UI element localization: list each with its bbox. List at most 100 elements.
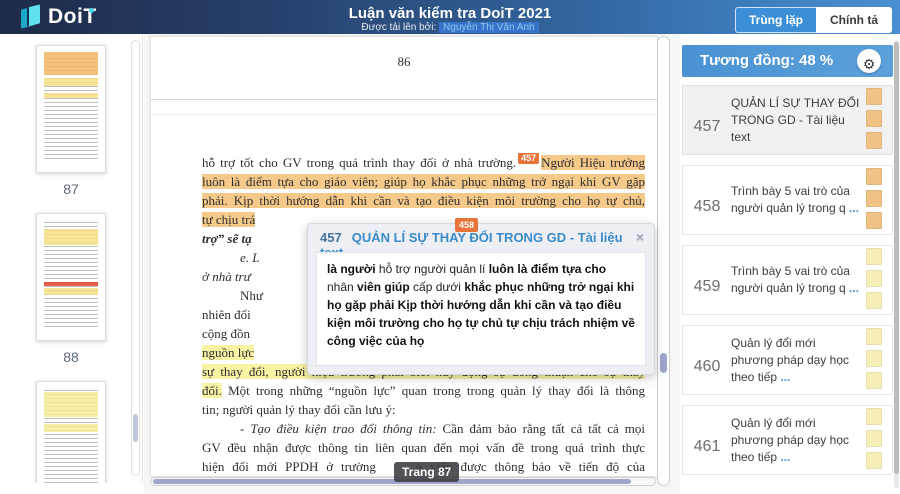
match-number: 461 [683, 438, 731, 456]
text-segment: trợ” sẽ tạ [202, 231, 252, 246]
app-window: DoiT Luận văn kiểm tra DoiT 2021 Được tả… [0, 0, 900, 494]
text-segment: đổi. [202, 383, 222, 398]
match-badge[interactable]: 457 [518, 153, 539, 164]
mode-toggle-group: Trùng lặp Chính tả [735, 7, 892, 33]
match-fragment-block[interactable] [866, 190, 882, 207]
page-thumbnail[interactable] [36, 213, 106, 341]
popup-text-segment: nhân [327, 280, 357, 294]
match-list-item[interactable]: 459Trình bày 5 vai trò của người quản lý… [682, 245, 893, 315]
match-fragment-block[interactable] [866, 452, 882, 469]
text-segment: Một trong những “nguồn lực” quan trong t… [222, 383, 645, 398]
match-badge-458[interactable]: 458 [455, 218, 478, 232]
match-list-item[interactable]: 461Quản lý đổi mới phương pháp dạy học t… [682, 405, 893, 475]
thumbnail-highlight [44, 229, 98, 245]
match-fragment-block[interactable] [866, 168, 882, 185]
match-title: QUẢN LÍ SỰ THAY ĐỔI TRONG GD - Tài liệu … [731, 87, 864, 154]
match-list-item[interactable]: 458Trình bày 5 vai trò của người quản lý… [682, 165, 893, 235]
thumbnail-highlight [44, 93, 98, 98]
text-segment: hiện đổi mới PPDH ở trường [202, 459, 376, 474]
match-fragment-block[interactable] [866, 270, 882, 287]
document-text-line: - Tạo điều kiện trao đổi thông tin: Cần … [202, 419, 645, 438]
popup-text-segment: luôn là điểm tựa cho [489, 262, 606, 276]
text-segment: luôn là điểm tựa cho giáo viên; giúp họ … [202, 174, 645, 189]
match-fragment-block[interactable] [866, 248, 882, 265]
document-text-line: hỗ trợ tốt cho GV trong quá trình thay đ… [202, 153, 645, 172]
match-fragment-block[interactable] [866, 372, 882, 389]
match-title: Trình bày 5 vai trò của người quản lý tr… [731, 255, 864, 305]
thumbnail-highlight [44, 424, 98, 433]
similarity-panel: Tương đồng: 48 % ⚙ 457QUẢN LÍ SỰ THAY ĐỔ… [682, 34, 900, 494]
header-bar: DoiT Luận văn kiểm tra DoiT 2021 Được tả… [0, 0, 900, 34]
spelling-mode-button[interactable]: Chính tả [816, 7, 892, 33]
text-segment: - Tạo điều kiện trao đổi thông tin: [240, 421, 443, 436]
close-icon[interactable]: × [636, 230, 644, 244]
text-segment: GV đều nhận được thông tin liên quan đến… [202, 440, 645, 455]
page-separator [151, 114, 657, 115]
ellipsis-link[interactable]: ... [846, 281, 859, 295]
text-segment: hỗ trợ tốt cho GV trong quá trình thay đ… [202, 155, 516, 170]
match-fragment-block[interactable] [866, 328, 882, 345]
text-segment: cộng đồn [202, 326, 250, 341]
match-list: 457QUẢN LÍ SỰ THAY ĐỔI TRONG GD - Tài li… [682, 85, 893, 485]
match-fragment-block[interactable] [866, 350, 882, 367]
thumbnail-scrollbar-thumb[interactable] [133, 414, 138, 442]
thumbnail-page-label: 87 [0, 181, 142, 197]
match-fragment-blocks [864, 166, 892, 234]
thumbnail-list: 87 88 [0, 34, 142, 483]
match-fragment-blocks [864, 326, 892, 394]
thumbnail-highlight [44, 282, 98, 286]
match-number: 460 [683, 358, 731, 376]
document-text-line: đổi. Một trong những “nguồn lực” quan tr… [202, 381, 645, 400]
thumbnail-highlight [44, 52, 98, 75]
document-text-line: phải. Kịp thời hướng dẫn khi cần và tạo … [202, 191, 645, 210]
text-segment: tin; người quản lý thay đổi cần lưu ý: [202, 402, 396, 417]
text-segment: Cần đảm bảo rằng tất cả tất cả mọi [443, 421, 645, 436]
page-thumbnail-panel: 87 88 [0, 34, 143, 483]
similarity-scrollbar-thumb[interactable] [894, 42, 899, 474]
settings-button[interactable]: ⚙ [857, 49, 881, 73]
document-text-line: GV đều nhận được thông tin liên quan đến… [202, 438, 645, 457]
popup-text-segment: viên giúp [357, 280, 413, 294]
match-title: Quản lý đổi mới phương pháp dạy học theo… [731, 327, 864, 394]
text-segment: e. L [240, 250, 260, 265]
match-fragment-blocks [864, 86, 892, 154]
ellipsis-link[interactable]: ... [777, 450, 790, 464]
document-text-line: tin; người quản lý thay đổi cần lưu ý: [202, 400, 645, 419]
page-thumbnail[interactable] [36, 45, 106, 173]
page-thumbnail[interactable] [36, 381, 106, 483]
match-title: Quản lý đổi mới phương pháp dạy học theo… [731, 407, 864, 474]
text-segment: nhiên đổi [202, 307, 251, 322]
ellipsis-link[interactable]: ... [846, 201, 859, 215]
text-segment: tự chịu trá [202, 212, 255, 227]
match-fragment-block[interactable] [866, 110, 882, 127]
document-scrollbar [657, 36, 670, 486]
uploaded-by-name[interactable]: Nguyễn Thị Vân Anh [439, 22, 539, 33]
horizontal-scrollbar-thumb[interactable] [153, 479, 631, 484]
uploaded-by-label: Được tải lên bởi: [361, 22, 436, 33]
thumbnail-highlight [44, 78, 98, 87]
popup-matched-text: là người hỗ trợ người quản lí luôn là đi… [316, 252, 646, 366]
match-fragment-block[interactable] [866, 408, 882, 425]
match-list-item[interactable]: 460Quản lý đổi mới phương pháp dạy học t… [682, 325, 893, 395]
match-fragment-block[interactable] [866, 430, 882, 447]
text-segment: Người Hiệu trưởng [541, 155, 645, 170]
match-fragment-block[interactable] [866, 292, 882, 309]
duplicate-mode-button[interactable]: Trùng lặp [735, 7, 816, 33]
document-text-line: luôn là điểm tựa cho giáo viên; giúp họ … [202, 172, 645, 191]
text-segment: ở nhà trư [202, 269, 251, 284]
match-fragment-blocks [864, 406, 892, 474]
popup-match-number: 457 [320, 230, 342, 245]
text-segment: phải. Kịp thời hướng dẫn khi cần và tạo … [202, 193, 645, 208]
match-list-item[interactable]: 457QUẢN LÍ SỰ THAY ĐỔI TRONG GD - Tài li… [682, 85, 893, 155]
page-separator [151, 99, 657, 100]
document-scrollbar-thumb[interactable] [660, 353, 667, 373]
match-number: 459 [683, 278, 731, 296]
match-fragment-block[interactable] [866, 212, 882, 229]
match-fragment-block[interactable] [866, 88, 882, 105]
popup-text-segment: hỗ trợ người quản lí [379, 262, 489, 276]
match-fragment-block[interactable] [866, 132, 882, 149]
match-detail-popup: 457QUẢN LÍ SỰ THAY ĐỔI TRONG GD - Tài li… [307, 223, 655, 375]
ellipsis-link[interactable]: ... [777, 370, 790, 384]
thumbnail-scrollbar [131, 40, 140, 476]
thumbnail-page-label: 88 [0, 349, 142, 365]
